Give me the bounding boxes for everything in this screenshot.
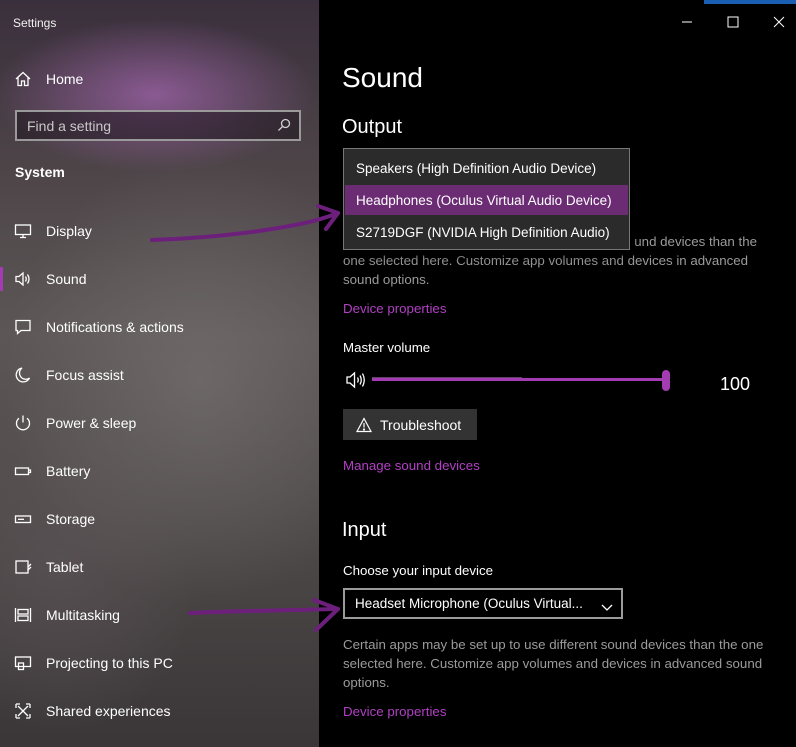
volume-slider-highlight bbox=[372, 377, 522, 378]
power-icon bbox=[14, 414, 32, 432]
dropdown-option-speakers[interactable]: Speakers (High Definition Audio Device) bbox=[345, 153, 628, 183]
manage-sound-devices-link[interactable]: Manage sound devices bbox=[343, 458, 480, 473]
master-volume-label: Master volume bbox=[343, 340, 431, 355]
sidebar-item-storage[interactable]: Storage bbox=[0, 497, 319, 541]
sidebar-item-label: Focus assist bbox=[46, 367, 124, 383]
sidebar-item-label: Power & sleep bbox=[46, 415, 137, 431]
sidebar-item-shared-experiences[interactable]: Shared experiences bbox=[0, 689, 319, 733]
choose-input-label: Choose your input device bbox=[343, 563, 494, 578]
projecting-icon bbox=[14, 654, 32, 672]
monitor-icon bbox=[14, 222, 32, 240]
volume-value: 100 bbox=[720, 374, 751, 394]
page-title: Sound bbox=[342, 62, 423, 93]
output-device-properties-link[interactable]: Device properties bbox=[343, 301, 446, 316]
battery-icon bbox=[14, 462, 32, 480]
sidebar-item-multitasking[interactable]: Multitasking bbox=[0, 593, 319, 637]
sidebar-item-sound[interactable]: Sound bbox=[0, 257, 319, 301]
notification-icon bbox=[14, 318, 32, 336]
storage-icon bbox=[14, 510, 32, 528]
troubleshoot-button[interactable]: Troubleshoot bbox=[343, 409, 477, 440]
minimize-button[interactable] bbox=[664, 0, 710, 44]
sidebar-item-battery[interactable]: Battery bbox=[0, 449, 319, 493]
sidebar-item-label: Shared experiences bbox=[46, 703, 171, 719]
sidebar-item-tablet[interactable]: Tablet bbox=[0, 545, 319, 589]
app-title: Settings bbox=[13, 16, 57, 30]
volume-slider-thumb[interactable] bbox=[662, 370, 670, 391]
taskbar-accent-strip bbox=[704, 0, 796, 4]
section-header-system: System bbox=[15, 164, 65, 180]
maximize-icon bbox=[727, 16, 739, 28]
nav-home[interactable]: Home bbox=[0, 57, 319, 101]
sidebar-item-power-sleep[interactable]: Power & sleep bbox=[0, 401, 319, 445]
close-button[interactable] bbox=[756, 0, 796, 44]
chevron-down-icon bbox=[601, 599, 613, 611]
maximize-button[interactable] bbox=[710, 0, 756, 44]
multitasking-icon bbox=[14, 606, 32, 624]
output-heading: Output bbox=[342, 116, 403, 138]
search-input[interactable] bbox=[17, 117, 267, 134]
tablet-icon bbox=[14, 558, 32, 576]
output-device-dropdown[interactable]: Speakers (High Definition Audio Device) … bbox=[343, 148, 630, 250]
sidebar-item-label: Battery bbox=[46, 463, 91, 479]
sidebar-item-label: Storage bbox=[46, 511, 96, 527]
minimize-icon bbox=[682, 21, 692, 23]
close-icon bbox=[773, 16, 785, 28]
input-device-properties-link[interactable]: Device properties bbox=[343, 704, 446, 719]
sidebar-item-label: Projecting to this PC bbox=[46, 655, 173, 671]
sidebar-item-label: Notifications & actions bbox=[46, 319, 184, 335]
troubleshoot-label: Troubleshoot bbox=[380, 416, 462, 433]
home-icon bbox=[14, 70, 32, 88]
speaker-icon bbox=[14, 270, 32, 288]
sidebar-item-label: Tablet bbox=[46, 559, 84, 575]
input-device-value: Headset Microphone (Oculus Virtual... bbox=[355, 596, 583, 611]
sidebar-item-label: Sound bbox=[46, 271, 87, 287]
sidebar-item-label: Multitasking bbox=[46, 607, 120, 623]
shared-experiences-icon bbox=[14, 702, 32, 720]
search-box[interactable] bbox=[15, 110, 301, 141]
search-icon[interactable] bbox=[277, 118, 291, 132]
dropdown-option-headphones[interactable]: Headphones (Oculus Virtual Audio Device) bbox=[345, 185, 628, 215]
sidebar-item-projecting[interactable]: Projecting to this PC bbox=[0, 641, 319, 685]
sidebar-item-label: Display bbox=[46, 223, 92, 239]
navigation-pane: Settings Home System Display Sound Notif… bbox=[0, 0, 319, 747]
input-description: Certain apps may be set up to use differ… bbox=[343, 637, 764, 690]
sidebar-item-focus-assist[interactable]: Focus assist bbox=[0, 353, 319, 397]
output-description-rest: one selected here. Customize app volumes… bbox=[343, 253, 749, 287]
sidebar-item-display[interactable]: Display bbox=[0, 209, 319, 253]
volume-slider-track[interactable] bbox=[372, 378, 666, 381]
dropdown-option-s2719dgf[interactable]: S2719DGF (NVIDIA High Definition Audio) bbox=[345, 217, 628, 247]
input-device-select[interactable]: Headset Microphone (Oculus Virtual... bbox=[343, 588, 623, 619]
input-heading: Input bbox=[342, 519, 387, 541]
moon-icon bbox=[14, 366, 32, 384]
sidebar-item-notifications[interactable]: Notifications & actions bbox=[0, 305, 319, 349]
volume-icon[interactable] bbox=[345, 370, 369, 390]
nav-home-label: Home bbox=[46, 71, 84, 87]
warning-icon bbox=[356, 416, 372, 433]
